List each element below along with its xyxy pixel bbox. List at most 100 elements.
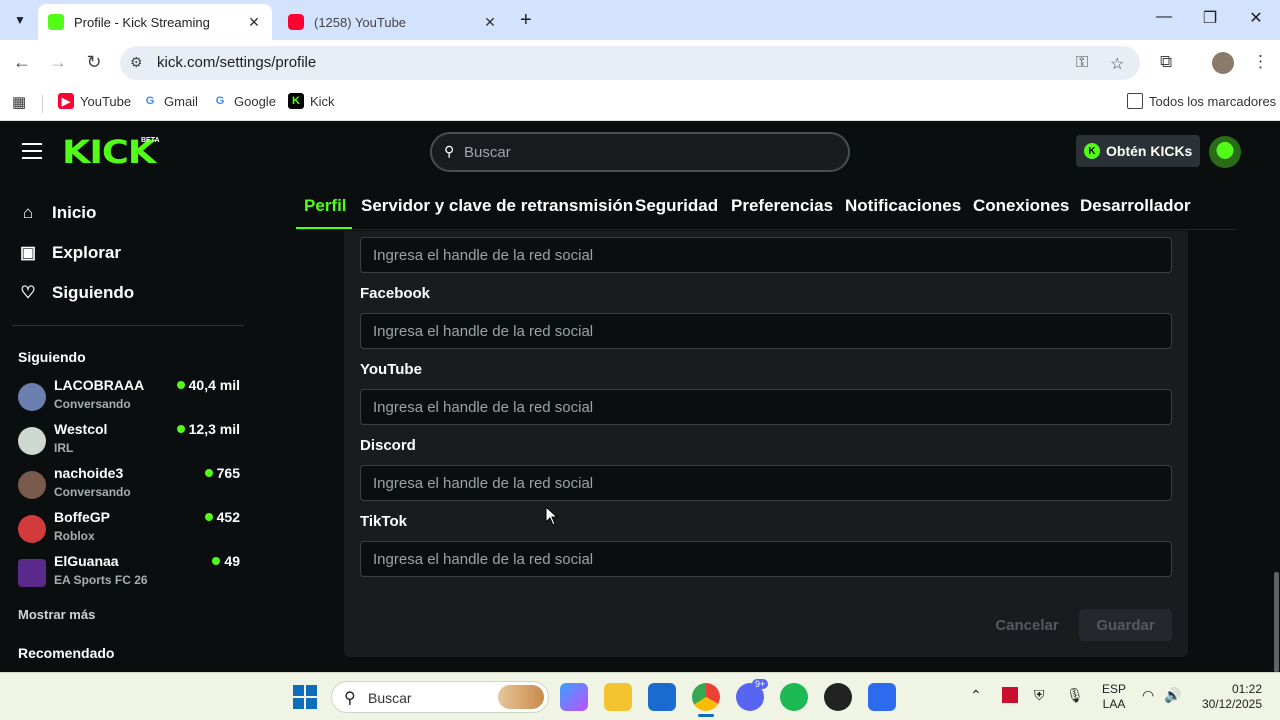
bookmark-label: YouTube <box>80 93 132 109</box>
kick-search-input[interactable]: ⚲ Buscar <box>430 132 850 172</box>
youtube-handle-field[interactable] <box>361 390 1171 424</box>
close-tab-icon[interactable]: ✕ <box>482 14 498 31</box>
tab-notificaciones[interactable]: Notificaciones <box>845 196 961 216</box>
restore-icon[interactable]: ❐ <box>1195 8 1225 28</box>
volume-icon[interactable]: 🔊 <box>1164 687 1181 704</box>
obs-icon[interactable] <box>824 683 852 711</box>
tab-preferencias[interactable]: Preferencias <box>731 196 833 216</box>
bookmark-label: Gmail <box>164 93 198 109</box>
bookmark-kick[interactable]: K Kick <box>288 93 335 109</box>
close-tab-icon[interactable]: ✕ <box>246 14 262 31</box>
channel-category: EA Sports FC 26 <box>54 573 148 587</box>
language-indicator[interactable]: ESP LAA <box>1102 682 1126 712</box>
tab-title: Profile - Kick Streaming <box>74 14 210 30</box>
cancel-button[interactable]: Cancelar <box>982 609 1072 641</box>
sidebar-item-inicio[interactable]: ⌂ Inicio <box>18 203 97 223</box>
following-channel[interactable]: LACOBRAAA Conversando 40,4 mil <box>18 377 240 417</box>
get-kicks-button[interactable]: K Obtén KICKs <box>1076 135 1200 167</box>
channel-name: nachoide3 <box>54 465 124 481</box>
tab-perfil[interactable]: Perfil <box>304 196 347 216</box>
search-icon: ⚲ <box>344 690 356 707</box>
bookmark-label: Google <box>234 93 276 109</box>
user-avatar[interactable] <box>1209 136 1241 168</box>
following-channel[interactable]: nachoide3 Conversando 765 <box>18 465 240 505</box>
menu-kebab-icon[interactable]: ⋮ <box>1252 52 1269 72</box>
browser-toolbar: ← → ↻ ⚙ kick.com/settings/profile ⚿ ☆ ⧉ … <box>0 40 1280 86</box>
reload-icon[interactable]: ↻ <box>82 52 106 73</box>
tab-youtube[interactable]: (1258) YouTube ✕ <box>278 4 508 40</box>
page-scrollbar[interactable] <box>1274 572 1279 672</box>
microsoft-store-icon[interactable] <box>648 683 676 711</box>
tab-desarrollador[interactable]: Desarrollador <box>1080 196 1191 216</box>
address-bar[interactable]: ⚙ kick.com/settings/profile ⚿ ☆ <box>120 46 1140 80</box>
youtube-input[interactable] <box>360 389 1172 425</box>
new-tab-icon[interactable]: + <box>520 9 532 32</box>
youtube-favicon-icon <box>288 14 304 30</box>
avatar <box>18 515 46 543</box>
back-icon[interactable]: ← <box>10 52 34 73</box>
show-more-link[interactable]: Mostrar más <box>18 607 95 622</box>
password-key-icon[interactable]: ⚿ <box>1076 54 1088 72</box>
browser-profile-avatar[interactable] <box>1212 52 1234 74</box>
system-clock[interactable]: 01:22 30/12/2025 <box>1200 682 1262 712</box>
viewer-count: 40,4 mil <box>176 377 240 393</box>
following-channel[interactable]: Westcol IRL 12,3 mil <box>18 421 240 461</box>
tab-seguridad[interactable]: Seguridad <box>635 196 718 216</box>
bookmark-youtube[interactable]: ▶ YouTube <box>58 93 131 109</box>
forward-icon[interactable]: → <box>46 52 70 73</box>
social-handle-field[interactable] <box>361 238 1171 272</box>
following-heading: Siguiendo <box>18 349 86 365</box>
tray-app-icon[interactable] <box>1002 687 1018 703</box>
all-bookmarks[interactable]: Todos los marcadores <box>1127 93 1276 109</box>
active-tab-indicator <box>296 227 352 229</box>
profile-settings-panel: Facebook YouTube Discord TikTok Cancelar… <box>344 231 1188 657</box>
facebook-label: Facebook <box>360 285 431 302</box>
all-bookmarks-label: Todos los marcadores <box>1149 93 1277 109</box>
discord-input[interactable] <box>360 465 1172 501</box>
google-icon: G <box>145 95 155 107</box>
taskbar-search[interactable]: ⚲ Buscar <box>331 681 549 713</box>
bookmark-star-icon[interactable]: ☆ <box>1110 54 1124 74</box>
microphone-icon[interactable]: 🎙 <box>1066 687 1084 704</box>
tab-title: (1258) YouTube <box>314 14 407 30</box>
roblox-icon[interactable] <box>868 683 896 711</box>
bookmark-gmail[interactable]: G Gmail <box>142 93 198 109</box>
heart-icon: ♡ <box>20 283 36 302</box>
sidebar-item-siguiendo[interactable]: ♡ Siguiendo <box>18 283 134 303</box>
hamburger-menu-icon[interactable] <box>22 143 42 164</box>
avatar <box>18 471 46 499</box>
tab-servidor-clave[interactable]: Servidor y clave de retransmisión <box>361 196 633 216</box>
social-handle-input[interactable] <box>360 237 1172 273</box>
tab-conexiones[interactable]: Conexiones <box>973 196 1069 216</box>
spotify-icon[interactable] <box>780 683 808 711</box>
copilot-icon[interactable] <box>560 683 588 711</box>
following-channel[interactable]: BoffeGP Roblox 452 <box>18 509 240 549</box>
facebook-input[interactable] <box>360 313 1172 349</box>
apps-grid-icon[interactable]: ▦ <box>12 93 26 111</box>
following-channel[interactable]: ElGuanaa EA Sports FC 26 49 <box>18 553 240 593</box>
windows-start-icon[interactable] <box>293 685 317 709</box>
chrome-icon[interactable] <box>692 683 720 711</box>
site-info-icon[interactable]: ⚙ <box>130 54 143 71</box>
discord-handle-field[interactable] <box>361 466 1171 500</box>
bookmark-google[interactable]: G Google <box>212 93 276 109</box>
file-explorer-icon[interactable] <box>604 683 632 711</box>
wifi-icon[interactable]: ◠ <box>1142 687 1154 704</box>
tiktok-handle-field[interactable] <box>361 542 1171 576</box>
youtube-label: YouTube <box>360 361 422 378</box>
channel-name: LACOBRAAA <box>54 377 145 393</box>
tray-chevron-icon[interactable]: ⌃ <box>970 687 982 704</box>
get-kicks-label: Obtén KICKs <box>1106 143 1193 159</box>
search-icon: ⚲ <box>444 143 455 159</box>
tiktok-input[interactable] <box>360 541 1172 577</box>
minimize-icon[interactable]: — <box>1149 8 1179 26</box>
extensions-icon[interactable]: ⧉ <box>1160 52 1172 72</box>
facebook-handle-field[interactable] <box>361 314 1171 348</box>
close-window-icon[interactable]: ✕ <box>1241 8 1271 28</box>
windows-taskbar: ⚲ Buscar 9+ ⌃ ⛨ 🎙 ESP LAA ◠ 🔊 01:22 30/1… <box>0 672 1280 720</box>
save-button[interactable]: Guardar <box>1079 609 1172 641</box>
tab-search-chevron-icon[interactable]: ▼ <box>8 8 32 32</box>
sidebar-item-explorar[interactable]: ▣ Explorar <box>18 243 121 263</box>
security-shield-icon[interactable]: ⛨ <box>1034 687 1045 704</box>
tab-kick-profile[interactable]: Profile - Kick Streaming ✕ <box>38 4 272 40</box>
